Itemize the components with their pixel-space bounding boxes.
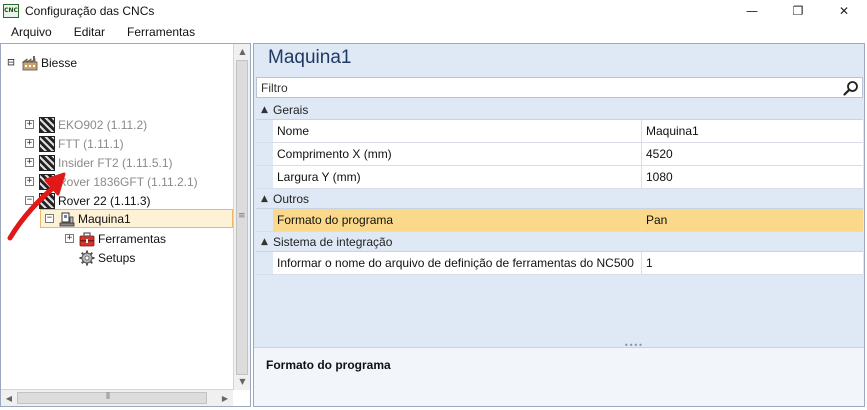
menu-ferramentas[interactable]: Ferramentas xyxy=(116,22,206,43)
scroll-thumb[interactable]: ⦀ xyxy=(17,392,207,404)
category-label: Gerais xyxy=(273,102,309,117)
scroll-up-icon[interactable]: ▲ xyxy=(234,44,251,60)
description-title: Formato do programa xyxy=(266,358,391,372)
menu-bar: Arquivo Editar Ferramentas xyxy=(0,22,867,43)
window-controls: — ❐ ✕ xyxy=(729,0,867,22)
property-name: Largura Y (mm) xyxy=(273,166,642,188)
tree-node-label: Rover 1836GFT (1.11.2.1) xyxy=(58,174,198,189)
description-panel: •••• Formato do programa xyxy=(254,341,864,406)
tree-node-label: Ferramentas xyxy=(98,231,167,246)
category-outros[interactable]: ▲ Outros xyxy=(256,189,863,209)
property-name: Informar o nome do arquivo de definição … xyxy=(273,252,642,274)
property-row-nome[interactable]: Nome Maquina1 xyxy=(256,120,863,143)
collapse-icon[interactable]: ⊟ xyxy=(5,56,17,68)
filter-box xyxy=(256,77,863,98)
property-value[interactable]: Maquina1 xyxy=(642,120,863,142)
row-gutter xyxy=(256,209,273,231)
property-value[interactable]: 4520 xyxy=(642,143,863,165)
tree-node-label: FTT (1.11.1) xyxy=(58,136,124,151)
tree-node-machine[interactable]: + EKO902 (1.11.2) xyxy=(25,115,147,134)
window-title: Configuração das CNCs xyxy=(25,4,155,18)
red-annotation-arrow-icon xyxy=(7,172,66,241)
row-gutter xyxy=(256,120,273,142)
grip-icon: ⦀ xyxy=(106,392,110,402)
machine-hatched-icon xyxy=(39,116,55,133)
collapse-triangle-icon[interactable]: ▲ xyxy=(256,194,273,204)
property-name: Nome xyxy=(273,120,642,142)
tree-node-biesse[interactable]: ⊟ Biesse xyxy=(5,53,77,72)
collapse-triangle-icon[interactable]: ▲ xyxy=(256,237,273,247)
properties-panel: Maquina1 ▲ Gerais Nome Maquina1 Comprime… xyxy=(253,43,865,407)
app-cnc-icon: CNC xyxy=(3,4,19,18)
scroll-thumb[interactable]: ≡ xyxy=(236,60,248,375)
row-gutter xyxy=(256,143,273,165)
page-title: Maquina1 xyxy=(268,47,352,68)
collapse-triangle-icon[interactable]: ▲ xyxy=(256,105,273,115)
property-row-formato-do-programa[interactable]: Formato do programa Pan xyxy=(256,209,863,232)
minimize-button[interactable]: — xyxy=(729,0,775,22)
tree-node-label: Maquina1 xyxy=(78,211,131,226)
category-label: Outros xyxy=(273,191,310,206)
property-value[interactable]: 1 xyxy=(642,252,863,274)
property-row-nc500-tool-file[interactable]: Informar o nome do arquivo de definição … xyxy=(256,252,863,275)
property-name: Formato do programa xyxy=(273,209,642,231)
menu-editar[interactable]: Editar xyxy=(63,22,116,43)
scroll-down-icon[interactable]: ▼ xyxy=(234,374,251,390)
filter-input[interactable] xyxy=(257,78,837,97)
tree-node-label: Setups xyxy=(98,250,136,265)
tree-node-machine[interactable]: + FTT (1.11.1) xyxy=(25,134,124,153)
factory-icon xyxy=(22,55,38,70)
machine-hatched-icon xyxy=(39,135,55,152)
tree-node-label: EKO902 (1.11.2) xyxy=(58,117,148,132)
tree-node-label: Biesse xyxy=(41,55,78,70)
category-label: Sistema de integração xyxy=(273,234,393,249)
row-gutter xyxy=(256,252,273,274)
category-sistema-de-integracao[interactable]: ▲ Sistema de integração xyxy=(256,232,863,252)
tree-vertical-scrollbar[interactable]: ▲ ≡ ▼ xyxy=(233,44,250,390)
expand-icon[interactable]: + xyxy=(25,139,34,148)
scroll-left-icon[interactable]: ◀ xyxy=(1,390,17,407)
splitter-grip-icon[interactable]: •••• xyxy=(624,341,643,350)
expand-icon[interactable]: + xyxy=(25,120,34,129)
close-button[interactable]: ✕ xyxy=(821,0,867,22)
title-bar: CNC Configuração das CNCs — ❐ ✕ xyxy=(0,0,867,22)
row-gutter xyxy=(256,166,273,188)
scroll-right-icon[interactable]: ▶ xyxy=(217,390,233,407)
gear-icon xyxy=(79,250,95,265)
tree-horizontal-scrollbar[interactable]: ◀ ⦀ ▶ xyxy=(1,389,233,406)
tree-node-label: Insider FT2 (1.11.5.1) xyxy=(58,155,173,170)
category-gerais[interactable]: ▲ Gerais xyxy=(256,100,863,120)
property-row-comprimento-x[interactable]: Comprimento X (mm) 4520 xyxy=(256,143,863,166)
menu-arquivo[interactable]: Arquivo xyxy=(0,22,63,43)
toolbox-icon xyxy=(79,231,95,246)
property-value[interactable]: Pan xyxy=(642,209,863,231)
property-row-largura-y[interactable]: Largura Y (mm) 1080 xyxy=(256,166,863,189)
property-name: Comprimento X (mm) xyxy=(273,143,642,165)
property-value[interactable]: 1080 xyxy=(642,166,863,188)
maximize-button[interactable]: ❐ xyxy=(775,0,821,22)
search-icon[interactable] xyxy=(843,80,859,96)
tree-node-ferramentas[interactable]: + Ferramentas xyxy=(65,229,166,248)
tree-node-setups[interactable]: Setups xyxy=(79,248,135,267)
grip-icon: ≡ xyxy=(238,211,246,221)
property-grid: ▲ Gerais Nome Maquina1 Comprimento X (mm… xyxy=(256,100,863,275)
